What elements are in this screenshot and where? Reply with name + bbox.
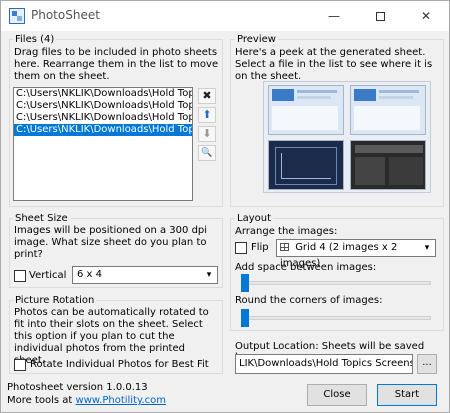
open-file-button[interactable]: 🔍: [198, 145, 216, 161]
browse-button[interactable]: ...: [417, 354, 437, 374]
files-listbox[interactable]: C:\Users\NKLIK\Downloads\Hold Topics C:\…: [13, 87, 193, 201]
arrow-up-icon: ⬆: [202, 108, 212, 121]
sheet-size-select[interactable]: 6 x 4 ▾: [72, 266, 218, 284]
sheet-size-group-title: Sheet Size: [13, 213, 70, 224]
rotate-photos-label: Rotate Individual Photos for Best Fit: [30, 359, 209, 370]
minimize-button[interactable]: —: [311, 1, 357, 31]
round-slider-track[interactable]: [241, 316, 431, 320]
files-group-title: Files (4): [13, 34, 57, 45]
arrow-down-icon: ⬇: [202, 127, 212, 140]
maximize-button[interactable]: [357, 1, 403, 31]
maximize-icon: [375, 12, 385, 21]
preview-thumb-1: [268, 85, 344, 135]
remove-file-button[interactable]: ✖: [198, 88, 216, 104]
more-tools-text: More tools at: [7, 395, 73, 406]
close-button[interactable]: Close: [307, 384, 367, 406]
file-list-item[interactable]: C:\Users\NKLIK\Downloads\Hold Topics: [14, 112, 192, 124]
file-list-item[interactable]: C:\Users\NKLIK\Downloads\Hold Topics: [14, 88, 192, 100]
flip-label: Flip: [251, 242, 269, 253]
arrange-images-label: Arrange the images:: [235, 226, 338, 237]
grid-icon: [280, 243, 289, 251]
round-slider-thumb[interactable]: [241, 309, 249, 327]
sheet-preview-image: [263, 81, 431, 193]
files-description: Drag files to be included in photo sheet…: [14, 47, 219, 82]
chevron-down-icon: ▾: [206, 270, 212, 280]
rotation-group-title: Picture Rotation: [13, 295, 97, 306]
move-up-button[interactable]: ⬆: [198, 107, 216, 123]
move-down-button[interactable]: ⬇: [198, 126, 216, 142]
start-button[interactable]: Start: [377, 384, 437, 406]
preview-description: Here's a peek at the generated sheet. Se…: [235, 47, 433, 82]
photosheet-window: PhotoSheet — ✕ Files (4) Drag files to b…: [0, 0, 450, 413]
space-slider-thumb[interactable]: [241, 274, 249, 292]
preview-thumb-3: [268, 140, 344, 190]
output-path-input[interactable]: LIK\Downloads\Hold Topics Screenshots: [235, 354, 413, 374]
layout-group-title: Layout: [235, 213, 273, 224]
vertical-label: Vertical: [29, 270, 67, 281]
more-tools-line: More tools at www.Photility.com: [7, 395, 166, 406]
preview-thumb-4: [350, 140, 426, 190]
minimize-icon: —: [328, 9, 340, 23]
space-slider-track[interactable]: [241, 281, 431, 285]
flip-checkbox[interactable]: [235, 242, 247, 254]
vertical-checkbox[interactable]: [14, 270, 26, 282]
version-text: Photosheet version 1.0.0.13: [7, 382, 148, 393]
photosheet-app-icon: [9, 8, 25, 24]
title-bar: PhotoSheet — ✕: [1, 1, 449, 31]
rotate-photos-checkbox[interactable]: [14, 359, 26, 371]
window-title: PhotoSheet: [31, 8, 100, 22]
file-list-item-selected[interactable]: C:\Users\NKLIK\Downloads\Hold Topics: [14, 124, 192, 136]
preview-group-title: Preview: [235, 34, 278, 45]
file-list-item[interactable]: C:\Users\NKLIK\Downloads\Hold Topics: [14, 100, 192, 112]
sheet-size-description: Images will be positioned on a 300 dpi i…: [14, 225, 208, 260]
rotation-description: Photos can be automatically rotated to f…: [14, 307, 209, 366]
remove-icon: ✖: [202, 89, 212, 102]
chevron-down-icon: ▾: [424, 243, 430, 253]
grid-layout-select[interactable]: Grid 4 (2 images x 2 images) ▾: [276, 239, 436, 269]
round-corners-label: Round the corners of images:: [235, 295, 383, 306]
sheet-size-value: 6 x 4: [77, 269, 102, 280]
magnifier-icon: 🔍: [201, 148, 213, 158]
close-window-button[interactable]: ✕: [403, 1, 449, 31]
photility-link[interactable]: www.Photility.com: [76, 395, 167, 406]
space-between-label: Add space between images:: [235, 262, 377, 273]
preview-thumb-2: [350, 85, 426, 135]
close-icon: ✕: [420, 9, 432, 23]
